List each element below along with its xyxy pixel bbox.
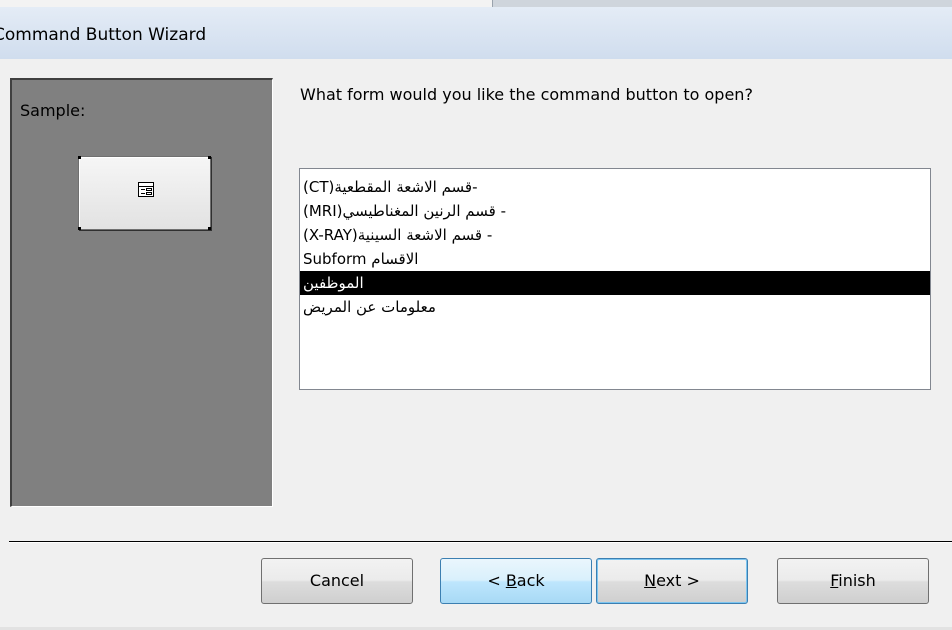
- corner-mark: [208, 156, 211, 159]
- list-item[interactable]: -قسم الاشعة المقطعية(CT): [300, 175, 930, 199]
- question-text: What form would you like the command but…: [300, 85, 753, 104]
- cancel-button-label: Cancel: [309, 571, 365, 590]
- window-title: Command Button Wizard: [0, 25, 207, 45]
- finish-button[interactable]: Finish: [777, 558, 929, 604]
- list-item[interactable]: - قسم الرنين المغناطيسي(MRI): [300, 199, 930, 223]
- top-strip: [0, 0, 952, 7]
- list-item-label: الاقسام Subform: [303, 250, 419, 268]
- back-button[interactable]: < Back: [440, 558, 592, 604]
- finish-button-label: Finish: [830, 571, 876, 590]
- selection-highlight: [300, 271, 930, 295]
- sample-label: Sample:: [20, 101, 86, 120]
- next-button[interactable]: Next >: [596, 558, 748, 604]
- separator-line: [9, 541, 952, 543]
- title-bar[interactable]: Command Button Wizard: [0, 7, 952, 59]
- list-item[interactable]: الاقسام Subform: [300, 247, 930, 271]
- corner-mark: [78, 227, 81, 230]
- list-item-label: - قسم الرنين المغناطيسي(MRI): [303, 202, 506, 220]
- list-item[interactable]: - قسم الاشعة السينية(X-RAY): [300, 223, 930, 247]
- list-item-label: الموظفين: [300, 271, 367, 295]
- corner-mark: [208, 227, 211, 230]
- sample-command-button: [78, 156, 211, 230]
- list-item[interactable]: معلومات عن المريض: [300, 295, 930, 319]
- sample-panel: [10, 78, 273, 507]
- form-icon: [138, 182, 154, 197]
- wizard-content: Sample: What form would you like the com…: [0, 59, 952, 630]
- cancel-button[interactable]: Cancel: [261, 558, 413, 604]
- form-listbox[interactable]: -قسم الاشعة المقطعية(CT) - قسم الرنين الم…: [299, 168, 931, 390]
- list-item-label: معلومات عن المريض: [303, 298, 436, 316]
- list-item-label: -قسم الاشعة المقطعية(CT): [303, 178, 478, 196]
- next-button-label: Next >: [644, 571, 700, 590]
- list-item-label: - قسم الاشعة السينية(X-RAY): [303, 226, 493, 244]
- background-window-edge: [492, 0, 952, 7]
- list-item-selected[interactable]: الموظفين: [300, 271, 930, 295]
- back-button-label: < Back: [487, 571, 545, 590]
- corner-mark: [78, 156, 81, 159]
